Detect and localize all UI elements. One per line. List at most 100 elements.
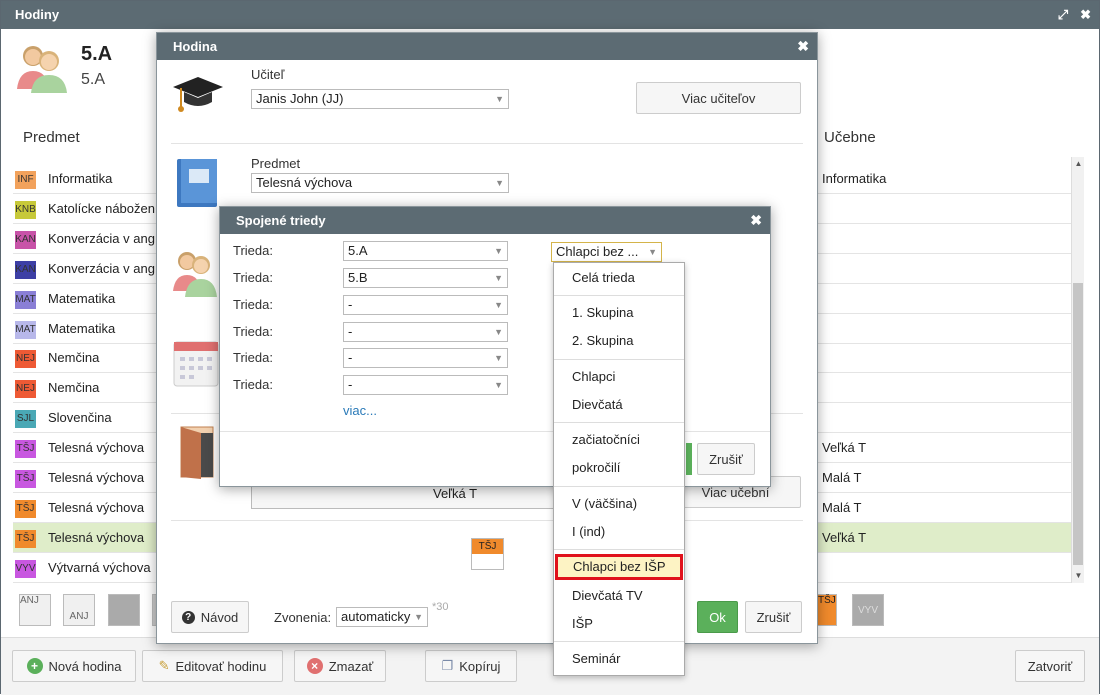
- class-value: -: [348, 324, 353, 339]
- scroll-down-icon[interactable]: ▼: [1072, 569, 1085, 583]
- class-select[interactable]: 5.B ▼: [343, 268, 508, 288]
- ok-button-partial[interactable]: [686, 443, 692, 475]
- question-icon: ?: [181, 610, 195, 624]
- close-icon[interactable]: ✖: [797, 33, 809, 60]
- calendar-icon: [173, 341, 219, 387]
- chevron-down-icon: ▼: [648, 247, 657, 257]
- tile[interactable]: [108, 594, 140, 626]
- bells-label: Zvonenia:: [274, 610, 332, 625]
- class-select[interactable]: - ▼: [343, 375, 508, 395]
- book-icon: [177, 159, 217, 207]
- tile[interactable]: ANJ: [19, 594, 51, 626]
- more-teachers-button[interactable]: Viac učiteľov: [636, 82, 801, 114]
- scroll-thumb[interactable]: [1073, 283, 1083, 565]
- class-select[interactable]: 5.A ▼: [343, 241, 508, 261]
- lesson-tile[interactable]: TŠJ: [471, 538, 504, 570]
- teacher-select[interactable]: Janis John (JJ) ▼: [251, 89, 509, 109]
- teacher-label: Učiteľ: [251, 67, 285, 82]
- tile-label: VYV: [857, 605, 878, 616]
- more-classes-link[interactable]: viac...: [343, 403, 377, 418]
- class-select[interactable]: - ▼: [343, 322, 508, 342]
- chevron-down-icon: ▼: [494, 327, 503, 337]
- menu-item[interactable]: 2. Skupina: [554, 328, 684, 354]
- subject-name: Matematika: [48, 291, 116, 306]
- menu-item[interactable]: Seminár: [554, 646, 684, 672]
- subject-name: Konverzácia v ang: [48, 261, 155, 276]
- joined-cancel-button[interactable]: Zrušiť: [697, 443, 755, 475]
- chevron-down-icon: ▼: [494, 353, 503, 363]
- joined-classes-title: Spojené triedy: [220, 207, 770, 234]
- bells-select[interactable]: automaticky ▼: [336, 607, 428, 627]
- group-dropdown-menu: Celá trieda 1. Skupina 2. Skupina Chlapci Di…: [553, 262, 685, 676]
- edit-lesson-button[interactable]: ✎ Editovať hodinu: [142, 650, 283, 682]
- subject-badge: KNB: [15, 201, 36, 219]
- close-icon[interactable]: ✖: [1080, 1, 1091, 29]
- menu-item[interactable]: pokročilí: [554, 455, 684, 481]
- class-select[interactable]: - ▼: [343, 348, 508, 368]
- subject-value: Telesná výchova: [256, 175, 353, 190]
- maximize-icon[interactable]: ⤢: [1058, 1, 1068, 29]
- class-subtitle: 5.A: [81, 71, 106, 88]
- tile[interactable]: ANJ: [63, 594, 95, 626]
- new-lesson-button[interactable]: + Nová hodina: [12, 650, 136, 682]
- class-title: 5.A: [81, 43, 113, 65]
- subject-badge: KAN: [15, 261, 36, 279]
- scroll-up-icon[interactable]: ▲: [1072, 157, 1085, 171]
- subject-label: Predmet: [251, 156, 301, 171]
- plus-icon: +: [26, 658, 43, 674]
- copy-icon: ❐: [441, 658, 454, 673]
- menu-item[interactable]: I (ind): [554, 519, 684, 545]
- menu-divider: [554, 422, 684, 423]
- copy-label: Kopíruj: [459, 658, 501, 674]
- subject-badge: NEJ: [15, 350, 36, 368]
- menu-item[interactable]: V (väčšina): [554, 491, 684, 517]
- class-row-label: Trieda:: [233, 243, 273, 258]
- class-row-label: Trieda:: [233, 377, 273, 392]
- tile-label: ANJ: [20, 595, 39, 606]
- menu-item[interactable]: Chlapci: [554, 364, 684, 390]
- group-select[interactable]: Chlapci bez ... ▼: [551, 242, 662, 262]
- copy-button[interactable]: ❐ Kopíruj: [425, 650, 517, 682]
- subject-badge: TŠJ: [15, 530, 36, 548]
- room-name: Malá T: [822, 470, 862, 485]
- menu-divider: [554, 486, 684, 487]
- menu-item[interactable]: Celá trieda: [554, 265, 684, 291]
- menu-item[interactable]: Chlapci bez IŠP: [555, 554, 683, 580]
- room-name: Veľká T: [822, 530, 867, 545]
- divider: [220, 431, 770, 432]
- menu-item[interactable]: 1. Skupina: [554, 300, 684, 326]
- subject-badge: TŠJ: [15, 470, 36, 488]
- window-titlebar: Hodiny ⤢ ✖: [1, 1, 1099, 29]
- tile[interactable]: VYV: [852, 594, 884, 626]
- cancel-button[interactable]: Zrušiť: [745, 601, 802, 633]
- menu-item[interactable]: Dievčatá: [554, 392, 684, 418]
- tile-label: ANJ: [69, 611, 89, 622]
- subject-badge: TŠJ: [15, 440, 36, 458]
- ok-button[interactable]: Ok: [697, 601, 738, 633]
- delete-button[interactable]: × Zmazať: [294, 650, 386, 682]
- help-button[interactable]: ? Návod: [171, 601, 249, 633]
- subject-select[interactable]: Telesná výchova ▼: [251, 173, 509, 193]
- close-button[interactable]: Zatvoriť: [1015, 650, 1085, 682]
- class-value: -: [348, 377, 353, 392]
- menu-item[interactable]: začiatočníci: [554, 427, 684, 453]
- menu-item[interactable]: IŠP: [554, 611, 684, 637]
- joined-classes-dialog: Spojené triedy ✖ Trieda: 5.A ▼ Trieda: 5.B ▼ T…: [219, 206, 771, 487]
- new-lesson-label: Nová hodina: [48, 658, 122, 674]
- column-header-subject[interactable]: Predmet: [23, 129, 80, 146]
- class-value: 5.A: [348, 243, 368, 258]
- subject-badge: MAT: [15, 321, 36, 339]
- chevron-down-icon: ▼: [414, 612, 423, 622]
- subject-name: Konverzácia v ang: [48, 231, 155, 246]
- subject-name: Matematika: [48, 321, 116, 336]
- column-header-rooms[interactable]: Učebne: [824, 129, 876, 146]
- list-scrollbar[interactable]: ▲ ▼: [1071, 157, 1084, 583]
- delete-label: Zmazať: [328, 658, 374, 674]
- menu-item[interactable]: Dievčatá TV: [554, 583, 684, 609]
- tile[interactable]: TŠJ: [817, 594, 837, 626]
- close-icon[interactable]: ✖: [750, 207, 762, 234]
- room-name: Malá T: [822, 500, 862, 515]
- ok-label: Ok: [709, 609, 726, 625]
- class-select[interactable]: - ▼: [343, 295, 508, 315]
- class-value: -: [348, 297, 353, 312]
